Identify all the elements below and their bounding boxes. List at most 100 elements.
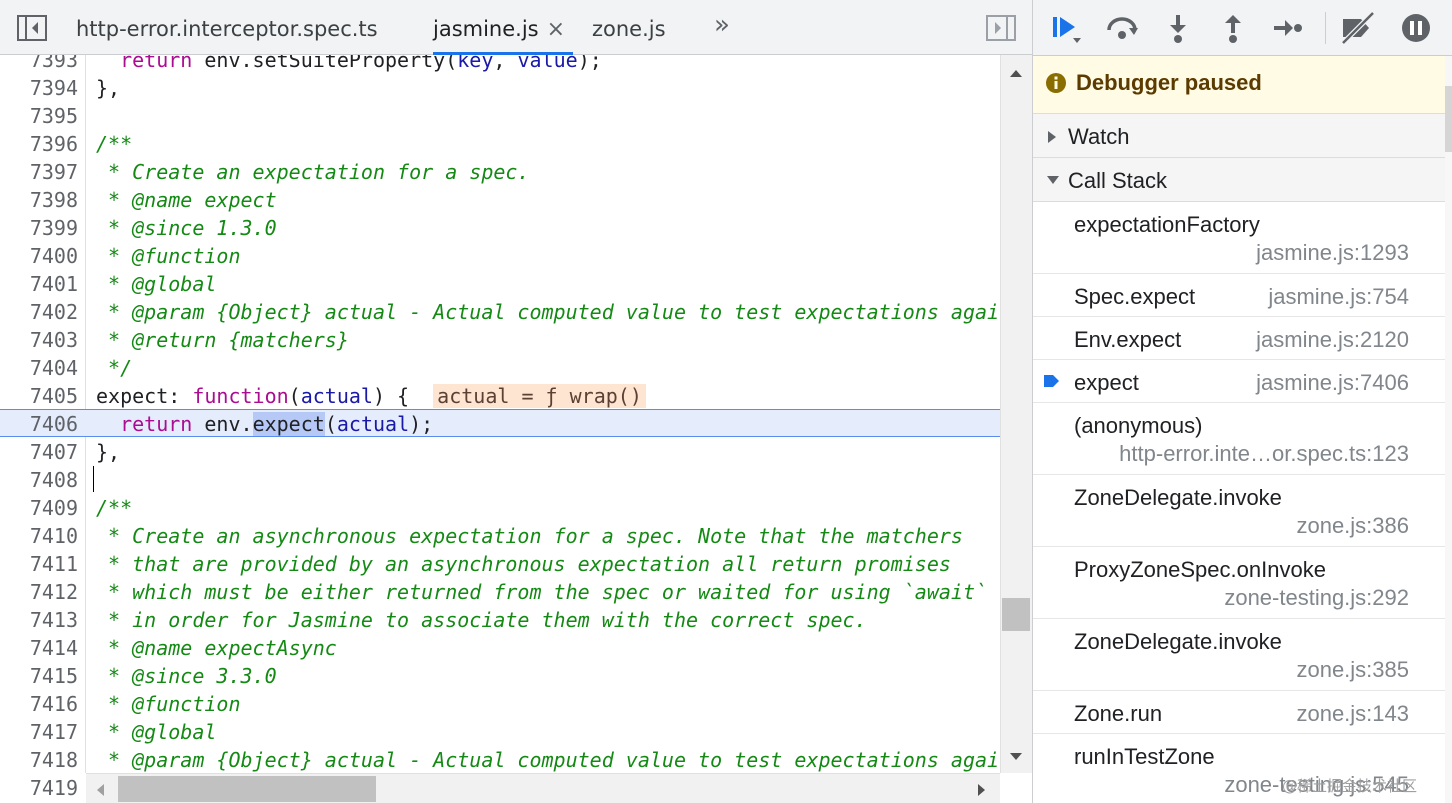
line-number[interactable]: 7419 — [0, 774, 78, 802]
call-frame-function: runInTestZone — [1074, 744, 1215, 769]
section-label: Watch — [1068, 124, 1130, 149]
step-out-icon[interactable] — [1216, 12, 1250, 44]
code-line: 7405 expect: function(actual) { actual = … — [0, 382, 1000, 410]
code-line: 7402 * @param {Object} actual - Actual c… — [0, 298, 1000, 326]
line-number[interactable]: 7414 — [0, 634, 78, 662]
toolbar-divider — [1325, 12, 1326, 44]
text-cursor — [93, 466, 94, 492]
pause-on-exceptions-icon[interactable] — [1399, 12, 1433, 44]
deactivate-breakpoints-icon[interactable] — [1339, 11, 1375, 45]
line-number[interactable]: 7405 — [0, 382, 78, 410]
scroll-left-icon[interactable] — [94, 782, 106, 798]
call-frame-location[interactable]: jasmine.js:7406 — [1256, 370, 1409, 396]
call-frame[interactable]: ZoneDelegate.invoke zone.js:386 — [1033, 475, 1445, 547]
sidebar-scroll-thumb[interactable] — [1445, 86, 1452, 152]
line-number[interactable]: 7408 — [0, 466, 78, 494]
line-number[interactable]: 7402 — [0, 298, 78, 326]
tab-zone[interactable]: zone.js — [592, 0, 666, 55]
code-comment: * @param {Object} actual - Actual comput… — [96, 300, 1000, 324]
call-frame-location[interactable]: zone.js:143 — [1296, 701, 1409, 727]
debugger-toolbar — [1033, 0, 1452, 56]
code-line: 7395 — [0, 102, 1000, 130]
scroll-up-icon[interactable] — [1008, 67, 1024, 79]
step-into-icon[interactable] — [1161, 12, 1195, 44]
code-line: 7409 /** — [0, 494, 1000, 522]
code-line: 7416 * @function — [0, 690, 1000, 718]
horizontal-scrollbar[interactable] — [86, 773, 1000, 803]
debugger-sidebar: Debugger paused Watch Call Stack expecta… — [1032, 0, 1452, 803]
call-frame-location[interactable]: zone-testing.js:292 — [1224, 585, 1409, 611]
tab-jasmine[interactable]: jasmine.js × — [433, 0, 574, 55]
close-icon[interactable]: × — [547, 1, 565, 59]
vertical-scrollbar[interactable] — [1000, 55, 1032, 773]
code-line: 7398 * @name expect — [0, 186, 1000, 214]
resume-icon[interactable] — [1049, 12, 1083, 44]
tab-http-error-interceptor-spec[interactable]: http-error.interceptor.spec.ts — [76, 0, 378, 55]
call-frame-function: ZoneDelegate.invoke — [1074, 629, 1282, 654]
toggle-debugger-icon[interactable] — [985, 14, 1017, 42]
sidebar-scrollbar[interactable] — [1445, 56, 1452, 803]
inline-variable-value[interactable]: actual = ƒ wrap() — [433, 384, 646, 408]
call-frame[interactable]: Env.expect jasmine.js:2120 — [1033, 317, 1445, 360]
call-frame-location[interactable]: zone.js:385 — [1296, 657, 1409, 683]
call-frame-location[interactable]: http-error.inte…or.spec.ts:123 — [1119, 441, 1409, 467]
line-number[interactable]: 7399 — [0, 214, 78, 242]
call-frame[interactable]: (anonymous) http-error.inte…or.spec.ts:12… — [1033, 403, 1445, 475]
line-number[interactable]: 7409 — [0, 494, 78, 522]
line-number[interactable]: 7395 — [0, 102, 78, 130]
line-number[interactable]: 7398 — [0, 186, 78, 214]
call-frame-function: expect — [1074, 370, 1139, 395]
line-number[interactable]: 7417 — [0, 718, 78, 746]
step-icon[interactable] — [1271, 12, 1305, 44]
expand-arrow-icon — [1048, 131, 1056, 143]
line-number[interactable]: 7413 — [0, 606, 78, 634]
line-number[interactable]: 7412 — [0, 578, 78, 606]
line-number[interactable]: 7407 — [0, 438, 78, 466]
line-number[interactable]: 7401 — [0, 270, 78, 298]
code-comment: * @function — [96, 244, 241, 268]
code-area[interactable]: 7393 return env.setSuiteProperty(key, va… — [0, 55, 1000, 773]
line-number[interactable]: 7415 — [0, 662, 78, 690]
call-frame-location[interactable]: jasmine.js:1293 — [1256, 240, 1409, 266]
call-frame[interactable]: Spec.expect jasmine.js:754 — [1033, 274, 1445, 317]
line-number[interactable]: 7410 — [0, 522, 78, 550]
line-number[interactable]: 7416 — [0, 690, 78, 718]
call-frame-function: ProxyZoneSpec.onInvoke — [1074, 557, 1326, 582]
line-number[interactable]: 7403 — [0, 326, 78, 354]
editor-tab-bar: http-error.interceptor.spec.ts jasmine.j… — [0, 0, 1032, 55]
call-frame[interactable]: expect jasmine.js:7406 — [1033, 360, 1445, 403]
call-frame[interactable]: expectationFactory jasmine.js:1293 — [1033, 202, 1445, 274]
line-number[interactable]: 7396 — [0, 130, 78, 158]
call-frame-location[interactable]: jasmine.js:2120 — [1256, 327, 1409, 353]
line-number[interactable]: 7393 — [0, 55, 78, 74]
code-comment: * @name expect — [96, 188, 277, 212]
scroll-down-icon[interactable] — [1008, 751, 1024, 763]
vertical-scroll-thumb[interactable] — [1002, 598, 1030, 631]
line-number[interactable]: 7411 — [0, 550, 78, 578]
step-over-icon[interactable] — [1105, 12, 1139, 44]
tab-label: zone.js — [592, 17, 666, 41]
call-frame-function: ZoneDelegate.invoke — [1074, 485, 1282, 510]
line-number[interactable]: 7406 — [0, 410, 78, 438]
more-tabs-icon[interactable]: » — [714, 10, 730, 40]
watch-section-header[interactable]: Watch — [1033, 114, 1445, 158]
call-frame[interactable]: ZoneDelegate.invoke zone.js:385 — [1033, 619, 1445, 691]
line-number[interactable]: 7404 — [0, 354, 78, 382]
call-frame[interactable]: ProxyZoneSpec.onInvoke zone-testing.js:29… — [1033, 547, 1445, 619]
code-comment: * @global — [96, 720, 217, 744]
call-stack-section-header[interactable]: Call Stack — [1033, 158, 1445, 202]
call-frame-location[interactable]: zone.js:386 — [1296, 513, 1409, 539]
call-frame-location[interactable]: jasmine.js:754 — [1268, 284, 1409, 310]
code-comment: * @function — [96, 692, 241, 716]
info-icon — [1046, 73, 1066, 93]
call-frame[interactable]: Zone.run zone.js:143 — [1033, 691, 1445, 734]
scroll-right-icon[interactable] — [976, 782, 988, 798]
toggle-navigator-icon[interactable] — [16, 14, 48, 42]
line-number[interactable]: 7397 — [0, 158, 78, 186]
line-number[interactable]: 7418 — [0, 746, 78, 773]
horizontal-scroll-thumb[interactable] — [118, 776, 376, 802]
code-line: 7399 * @since 1.3.0 — [0, 214, 1000, 242]
line-number[interactable]: 7394 — [0, 74, 78, 102]
code-line: 7401 * @global — [0, 270, 1000, 298]
line-number[interactable]: 7400 — [0, 242, 78, 270]
